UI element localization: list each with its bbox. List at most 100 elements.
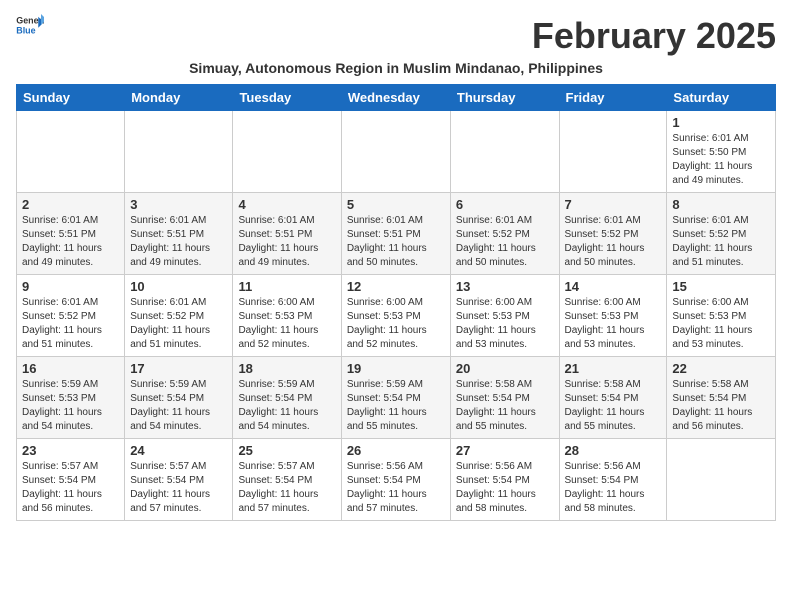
- day-info: Sunrise: 5:59 AM Sunset: 5:54 PM Dayligh…: [347, 378, 445, 434]
- day-info: Sunrise: 5:59 AM Sunset: 5:54 PM Dayligh…: [130, 378, 227, 434]
- calendar-week-row: 1 Sunrise: 6:01 AM Sunset: 5:50 PM Daylig…: [17, 110, 776, 192]
- calendar-cell: 21 Sunrise: 5:58 AM Sunset: 5:54 PM Dayli…: [559, 356, 667, 438]
- calendar-cell: 24 Sunrise: 5:57 AM Sunset: 5:54 PM Dayli…: [125, 438, 233, 520]
- day-number: 3: [130, 197, 227, 212]
- calendar-cell: 9Sunrise: 6:01 AM Sunset: 5:52 PM Daylig…: [17, 274, 125, 356]
- month-title: February 2025: [532, 16, 776, 56]
- calendar-cell: 4Sunrise: 6:01 AM Sunset: 5:51 PM Daylig…: [233, 192, 341, 274]
- day-number: 14: [565, 279, 662, 294]
- day-info: Sunrise: 6:01 AM Sunset: 5:51 PM Dayligh…: [130, 214, 227, 270]
- day-info: Sunrise: 6:00 AM Sunset: 5:53 PM Dayligh…: [238, 296, 335, 352]
- day-number: 6: [456, 197, 554, 212]
- day-info: Sunrise: 6:01 AM Sunset: 5:50 PM Dayligh…: [672, 132, 770, 188]
- calendar-cell: [233, 110, 341, 192]
- day-number: 9: [22, 279, 119, 294]
- calendar-cell: 26Sunrise: 5:56 AM Sunset: 5:54 PM Dayli…: [341, 438, 450, 520]
- calendar-subtitle: Simuay, Autonomous Region in Muslim Mind…: [16, 60, 776, 76]
- day-info: Sunrise: 5:59 AM Sunset: 5:53 PM Dayligh…: [22, 378, 119, 434]
- day-number: 17: [130, 361, 227, 376]
- day-info: Sunrise: 5:56 AM Sunset: 5:54 PM Dayligh…: [565, 460, 662, 516]
- column-header-monday: Monday: [125, 84, 233, 110]
- day-info: Sunrise: 6:01 AM Sunset: 5:52 PM Dayligh…: [130, 296, 227, 352]
- calendar-week-row: 16Sunrise: 5:59 AM Sunset: 5:53 PM Dayli…: [17, 356, 776, 438]
- day-number: 21: [565, 361, 662, 376]
- day-info: Sunrise: 5:57 AM Sunset: 5:54 PM Dayligh…: [22, 460, 119, 516]
- calendar-cell: 11Sunrise: 6:00 AM Sunset: 5:53 PM Dayli…: [233, 274, 341, 356]
- day-number: 24: [130, 443, 227, 458]
- calendar-cell: [341, 110, 450, 192]
- day-number: 19: [347, 361, 445, 376]
- day-number: 28: [565, 443, 662, 458]
- day-number: 25: [238, 443, 335, 458]
- calendar-cell: 15Sunrise: 6:00 AM Sunset: 5:53 PM Dayli…: [667, 274, 776, 356]
- calendar-table: SundayMondayTuesdayWednesdayThursdayFrid…: [16, 84, 776, 521]
- day-info: Sunrise: 5:58 AM Sunset: 5:54 PM Dayligh…: [565, 378, 662, 434]
- calendar-header-row: SundayMondayTuesdayWednesdayThursdayFrid…: [17, 84, 776, 110]
- day-number: 8: [672, 197, 770, 212]
- calendar-cell: [667, 438, 776, 520]
- day-number: 13: [456, 279, 554, 294]
- day-info: Sunrise: 6:00 AM Sunset: 5:53 PM Dayligh…: [672, 296, 770, 352]
- day-info: Sunrise: 5:58 AM Sunset: 5:54 PM Dayligh…: [672, 378, 770, 434]
- day-info: Sunrise: 5:56 AM Sunset: 5:54 PM Dayligh…: [456, 460, 554, 516]
- calendar-cell: [559, 110, 667, 192]
- calendar-cell: 14 Sunrise: 6:00 AM Sunset: 5:53 PM Dayli…: [559, 274, 667, 356]
- column-header-sunday: Sunday: [17, 84, 125, 110]
- day-number: 27: [456, 443, 554, 458]
- day-info: Sunrise: 5:59 AM Sunset: 5:54 PM Dayligh…: [238, 378, 335, 434]
- column-header-friday: Friday: [559, 84, 667, 110]
- calendar-cell: 7 Sunrise: 6:01 AM Sunset: 5:52 PM Daylig…: [559, 192, 667, 274]
- calendar-cell: 22 Sunrise: 5:58 AM Sunset: 5:54 PM Dayli…: [667, 356, 776, 438]
- day-number: 23: [22, 443, 119, 458]
- column-header-wednesday: Wednesday: [341, 84, 450, 110]
- day-number: 5: [347, 197, 445, 212]
- calendar-cell: 28 Sunrise: 5:56 AM Sunset: 5:54 PM Dayli…: [559, 438, 667, 520]
- logo-icon: General Blue: [16, 14, 44, 36]
- calendar-cell: 23 Sunrise: 5:57 AM Sunset: 5:54 PM Dayli…: [17, 438, 125, 520]
- day-info: Sunrise: 6:00 AM Sunset: 5:53 PM Dayligh…: [456, 296, 554, 352]
- day-info: Sunrise: 5:57 AM Sunset: 5:54 PM Dayligh…: [130, 460, 227, 516]
- day-info: Sunrise: 6:00 AM Sunset: 5:53 PM Dayligh…: [565, 296, 662, 352]
- column-header-thursday: Thursday: [450, 84, 559, 110]
- calendar-cell: 12 Sunrise: 6:00 AM Sunset: 5:53 PM Dayli…: [341, 274, 450, 356]
- day-info: Sunrise: 6:01 AM Sunset: 5:51 PM Dayligh…: [22, 214, 119, 270]
- calendar-week-row: 9 Sunrise: 6:01 AM Sunset: 5:52 PM Daylig…: [17, 274, 776, 356]
- calendar-cell: 13 Sunrise: 6:00 AM Sunset: 5:53 PM Dayli…: [450, 274, 559, 356]
- day-number: 12: [347, 279, 445, 294]
- calendar-cell: 6 Sunrise: 6:01 AM Sunset: 5:52 PM Daylig…: [450, 192, 559, 274]
- day-info: Sunrise: 5:56 AM Sunset: 5:54 PM Dayligh…: [347, 460, 445, 516]
- calendar-cell: 17 Sunrise: 5:59 AM Sunset: 5:54 PM Dayli…: [125, 356, 233, 438]
- calendar-cell: 1 Sunrise: 6:01 AM Sunset: 5:50 PM Daylig…: [667, 110, 776, 192]
- day-info: Sunrise: 6:01 AM Sunset: 5:52 PM Dayligh…: [672, 214, 770, 270]
- day-number: 22: [672, 361, 770, 376]
- column-header-tuesday: Tuesday: [233, 84, 341, 110]
- day-number: 7: [565, 197, 662, 212]
- calendar-cell: 2 Sunrise: 6:01 AM Sunset: 5:51 PM Daylig…: [17, 192, 125, 274]
- day-info: Sunrise: 5:57 AM Sunset: 5:54 PM Dayligh…: [238, 460, 335, 516]
- calendar-cell: 16Sunrise: 5:59 AM Sunset: 5:53 PM Dayli…: [17, 356, 125, 438]
- calendar-cell: 8 Sunrise: 6:01 AM Sunset: 5:52 PM Daylig…: [667, 192, 776, 274]
- calendar-cell: 5 Sunrise: 6:01 AM Sunset: 5:51 PM Daylig…: [341, 192, 450, 274]
- header: General Blue February 2025: [16, 16, 776, 56]
- calendar-cell: 19 Sunrise: 5:59 AM Sunset: 5:54 PM Dayli…: [341, 356, 450, 438]
- logo: General Blue: [16, 16, 44, 38]
- calendar-week-row: 2 Sunrise: 6:01 AM Sunset: 5:51 PM Daylig…: [17, 192, 776, 274]
- day-info: Sunrise: 6:01 AM Sunset: 5:52 PM Dayligh…: [456, 214, 554, 270]
- day-number: 10: [130, 279, 227, 294]
- day-info: Sunrise: 6:00 AM Sunset: 5:53 PM Dayligh…: [347, 296, 445, 352]
- day-number: 1: [672, 115, 770, 130]
- svg-text:Blue: Blue: [16, 25, 35, 35]
- calendar-cell: 3 Sunrise: 6:01 AM Sunset: 5:51 PM Daylig…: [125, 192, 233, 274]
- day-info: Sunrise: 5:58 AM Sunset: 5:54 PM Dayligh…: [456, 378, 554, 434]
- calendar-cell: 27 Sunrise: 5:56 AM Sunset: 5:54 PM Dayli…: [450, 438, 559, 520]
- calendar-cell: 18Sunrise: 5:59 AM Sunset: 5:54 PM Dayli…: [233, 356, 341, 438]
- calendar-week-row: 23 Sunrise: 5:57 AM Sunset: 5:54 PM Dayli…: [17, 438, 776, 520]
- calendar-cell: 25 Sunrise: 5:57 AM Sunset: 5:54 PM Dayli…: [233, 438, 341, 520]
- day-info: Sunrise: 6:01 AM Sunset: 5:51 PM Dayligh…: [347, 214, 445, 270]
- calendar-cell: [125, 110, 233, 192]
- calendar-cell: [17, 110, 125, 192]
- day-number: 2: [22, 197, 119, 212]
- day-info: Sunrise: 6:01 AM Sunset: 5:52 PM Dayligh…: [565, 214, 662, 270]
- calendar-cell: 20Sunrise: 5:58 AM Sunset: 5:54 PM Dayli…: [450, 356, 559, 438]
- calendar-cell: [450, 110, 559, 192]
